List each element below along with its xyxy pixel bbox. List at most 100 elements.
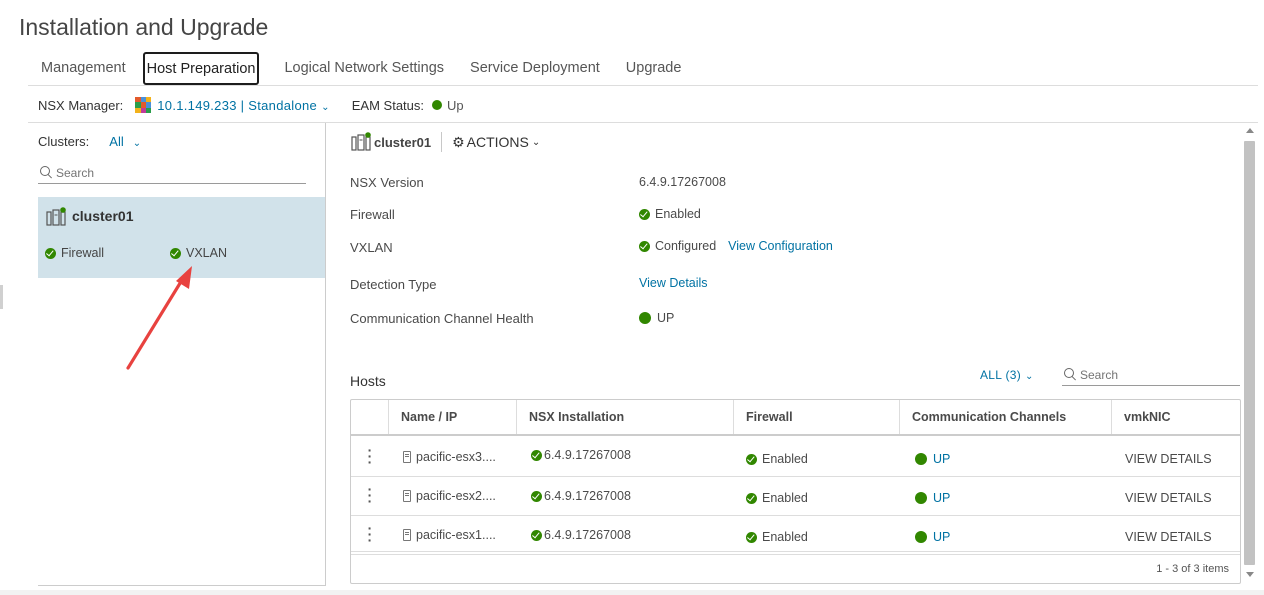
nsx-manager-label: NSX Manager: <box>38 97 124 113</box>
view-configuration-link[interactable]: View Configuration <box>728 239 833 253</box>
scroll-down-icon[interactable] <box>1246 572 1254 577</box>
hosts-filter-dropdown[interactable]: ALL (3) ⌄ <box>980 368 1034 382</box>
search-icon <box>40 166 53 179</box>
bottom-edge <box>0 590 1264 595</box>
column-header-vmknic[interactable]: vmkNIC <box>1111 400 1240 434</box>
firewall-value: Enabled <box>639 207 701 221</box>
check-circle-icon <box>639 240 650 252</box>
channels-link[interactable]: UP <box>933 452 950 466</box>
column-header-communication-channels[interactable]: Communication Channels <box>899 400 1111 434</box>
tab-logical-network-settings[interactable]: Logical Network Settings <box>271 52 457 85</box>
clusters-filter-row: Clusters: All ⌄ <box>38 134 141 149</box>
clusters-search-input[interactable] <box>56 165 276 180</box>
channel-health-text: UP <box>657 311 675 325</box>
firewall-value: Enabled <box>762 530 808 544</box>
host-name-cell[interactable]: pacific-esx2.... <box>403 477 496 515</box>
table-row[interactable]: · · · pacific-esx3.... 6.4.9.17267008 Enab… <box>351 438 1240 477</box>
clusters-filter-dropdown[interactable]: All ⌄ <box>109 134 141 149</box>
cluster-icon <box>46 207 66 226</box>
tab-service-deployment[interactable]: Service Deployment <box>457 52 613 85</box>
kebab-menu-icon[interactable]: · · · <box>365 521 375 547</box>
tabs-divider <box>28 85 1258 86</box>
cluster-name: cluster01 <box>72 208 134 224</box>
check-circle-icon <box>531 449 542 461</box>
nsx-manager-value: 10.1.149.233 | Standalone <box>157 97 318 113</box>
cluster-firewall-label: Firewall <box>61 246 105 260</box>
table-row[interactable]: · · · pacific-esx2.... 6.4.9.17267008 Enab… <box>351 477 1240 516</box>
vxlan-status-text: Configured <box>655 239 717 253</box>
host-name-cell[interactable]: pacific-esx3.... <box>403 438 496 476</box>
channels-link[interactable]: UP <box>933 530 950 544</box>
tab-host-preparation[interactable]: Host Preparation <box>142 52 260 85</box>
eam-status-label: EAM Status: <box>351 97 424 113</box>
channel-health-label: Communication Channel Health <box>350 311 534 326</box>
scroll-thumb[interactable] <box>1244 141 1255 565</box>
firewall-label: Firewall <box>350 207 395 222</box>
column-header-nsx-installation[interactable]: NSX Installation <box>516 400 733 434</box>
channels-cell: UP <box>915 440 950 478</box>
cluster-vxlan-label: VXLAN <box>186 246 227 260</box>
table-row[interactable]: · · · pacific-esx1.... 6.4.9.17267008 Enab… <box>351 516 1240 555</box>
firewall-status-text: Enabled <box>655 207 701 221</box>
column-header-name[interactable]: Name / IP <box>388 400 516 434</box>
hosts-search-input[interactable] <box>1080 367 1230 382</box>
chevron-down-icon: ⌄ <box>132 138 142 149</box>
hosts-search <box>1062 364 1240 386</box>
header-divider <box>441 132 443 152</box>
panel-resize-handle[interactable] <box>0 285 3 309</box>
vxlan-value: Configured View Configuration <box>639 239 833 253</box>
hosts-table: Name / IP NSX Installation Firewall Comm… <box>350 399 1241 584</box>
hosts-title: Hosts <box>350 373 386 389</box>
kebab-menu-icon[interactable]: · · · <box>365 443 375 469</box>
host-name: pacific-esx3.... <box>416 450 496 464</box>
nsx-installation-cell: 6.4.9.17267008 <box>531 516 631 554</box>
view-details-link[interactable]: View Details <box>639 276 708 290</box>
channels-link[interactable]: UP <box>933 491 950 505</box>
vmknic-view-details-link[interactable]: VIEW DETAILS <box>1125 479 1212 517</box>
hosts-filter-value: ALL (3) <box>980 368 1022 382</box>
firewall-cell: Enabled <box>746 440 808 478</box>
detection-type-label: Detection Type <box>350 277 437 292</box>
tab-bar: Management Host Preparation Logical Netw… <box>28 52 694 85</box>
tab-management[interactable]: Management <box>28 52 139 85</box>
actions-menu-button[interactable]: ⚙ ACTIONS ⌄ <box>452 134 540 151</box>
tab-upgrade[interactable]: Upgrade <box>613 52 695 85</box>
eam-status-value: Up <box>432 98 464 113</box>
eam-status-text: Up <box>447 97 464 113</box>
scroll-up-icon[interactable] <box>1246 128 1254 133</box>
cluster-detail-panel: cluster01 ⚙ ACTIONS ⌄ NSX Version 6.4.9.17… <box>327 123 1242 586</box>
detail-scrollbar[interactable] <box>1242 123 1258 583</box>
nsx-version-label: NSX Version <box>350 175 424 190</box>
firewall-cell: Enabled <box>746 479 808 517</box>
nsx-version-value: 6.4.9.17267008 <box>639 175 726 189</box>
nsx-installation-value: 6.4.9.17267008 <box>544 528 631 542</box>
check-circle-icon <box>746 531 757 543</box>
kebab-menu-icon[interactable]: · · · <box>365 482 375 508</box>
status-dot-icon <box>432 100 442 110</box>
host-icon <box>403 490 411 502</box>
firewall-value: Enabled <box>762 452 808 466</box>
vmknic-view-details-link[interactable]: VIEW DETAILS <box>1125 440 1212 478</box>
search-icon <box>1064 368 1077 381</box>
firewall-value: Enabled <box>762 491 808 505</box>
nsx-installation-cell: 6.4.9.17267008 <box>531 477 631 515</box>
nsx-installation-value: 6.4.9.17267008 <box>544 448 631 462</box>
clusters-filter-value: All <box>109 134 124 149</box>
chevron-down-icon: ⌄ <box>1025 371 1034 382</box>
host-icon <box>403 529 411 541</box>
actions-label: ACTIONS <box>466 134 529 150</box>
nsx-manager-bar: NSX Manager: 10.1.149.233 | Standalone ⌄ … <box>38 96 464 114</box>
nsx-installation-value: 6.4.9.17267008 <box>544 489 631 503</box>
nsx-manager-select[interactable]: 10.1.149.233 | Standalone ⌄ <box>157 98 329 113</box>
column-header-firewall[interactable]: Firewall <box>733 400 899 434</box>
host-name-cell[interactable]: pacific-esx1.... <box>403 516 496 554</box>
vxlan-label: VXLAN <box>350 240 393 255</box>
status-dot-icon <box>915 531 927 543</box>
clusters-label: Clusters: <box>38 134 90 149</box>
red-arrow-annotation <box>126 266 192 370</box>
check-circle-icon <box>45 247 56 259</box>
status-dot-icon <box>639 312 651 324</box>
nsx-installation-cell: 6.4.9.17267008 <box>531 436 631 474</box>
cluster-vxlan-status: VXLAN <box>170 246 227 260</box>
host-name: pacific-esx2.... <box>416 489 496 503</box>
